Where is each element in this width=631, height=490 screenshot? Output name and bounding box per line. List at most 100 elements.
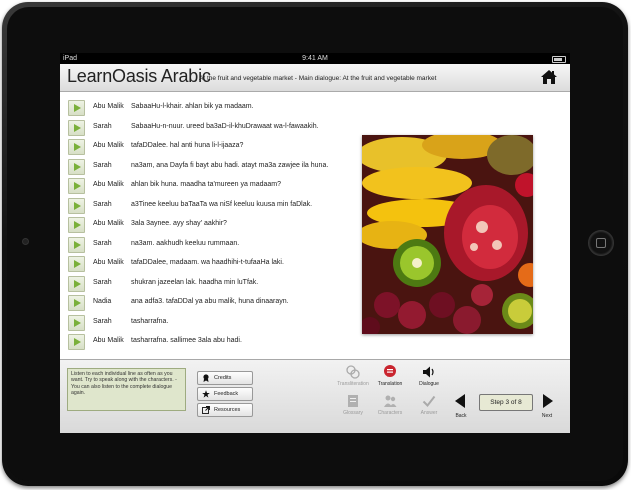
play-icon[interactable] — [68, 275, 85, 292]
dialogue-text: ana adfa3. tafaDDal ya abu malik, huna d… — [131, 298, 289, 305]
battery-icon — [552, 56, 566, 63]
dialogue-text: a3Tinee keeluu baTaaTa wa niSf keeluu ku… — [131, 200, 313, 208]
dialogue-text: tafaDDalee. hal anti huna li-l-ijaaza? — [131, 142, 244, 149]
speaker-name: Sarah — [93, 278, 112, 286]
dialogue-list: Abu Malik SabaaHu-l-khair. ahlan bik ya … — [68, 98, 358, 352]
status-bar: iPad 9:41 AM — [60, 53, 570, 64]
dialogue-line: Sarah tasharrafna. — [68, 313, 358, 333]
next-label: Next — [541, 413, 553, 419]
glossary-label: Glossary — [343, 410, 363, 416]
dialogue-button[interactable]: Dialogue — [409, 365, 449, 387]
app-title: LearnOasis Arabic — [67, 66, 211, 86]
checkmark-icon — [422, 395, 436, 408]
characters-button[interactable]: Characters — [370, 394, 410, 416]
resources-label: Resources — [214, 407, 241, 413]
dialogue-text: shukran jazeelan lak. haadha min luTfak. — [131, 278, 259, 286]
feedback-label: Feedback — [214, 391, 239, 397]
glossary-button[interactable]: Glossary — [333, 394, 373, 416]
play-icon[interactable] — [68, 158, 85, 175]
people-icon — [384, 395, 397, 407]
dialogue-text: 3ala 3aynee. ayy shay' aakhir? — [131, 220, 227, 227]
answer-label: Answer — [420, 410, 438, 416]
app-screen: iPad 9:41 AM LearnOasis Arabic At the fr… — [60, 53, 570, 433]
transliteration-icon — [346, 365, 360, 379]
resources-button[interactable]: Resources — [197, 403, 253, 417]
feedback-button[interactable]: Feedback — [197, 387, 253, 401]
play-icon[interactable] — [68, 217, 85, 233]
dialogue-text: na3am, ana Dayfa fi bayt abu hadi. atayt… — [131, 161, 329, 169]
next-arrow-icon — [543, 394, 553, 408]
dialogue-line: Nadia ana adfa3. tafaDDal ya abu malik, … — [68, 293, 358, 313]
dialogue-line: Sarah a3Tinee keeluu baTaaTa wa niSf kee… — [68, 196, 358, 216]
translation-label: Translation — [377, 381, 403, 387]
speaker-name: Sarah — [93, 239, 112, 247]
front-camera — [22, 238, 29, 245]
speaker-name: Nadia — [93, 298, 112, 305]
answer-button[interactable]: Answer — [409, 394, 449, 416]
step-indicator: Step 3 of 8 — [479, 394, 533, 411]
star-icon — [202, 390, 210, 398]
play-icon[interactable] — [68, 100, 85, 116]
footer-toolbar: Listen to each individual line as often … — [60, 359, 570, 433]
dialogue-text: SabaaHu-n-nuur. ureed ba3aD-il-khuDrawaa… — [131, 122, 319, 130]
dialogue-text: tafaDDalee, madaam. wa haadhihi-t-tufaaH… — [131, 259, 284, 266]
credits-button[interactable]: Credits — [197, 371, 253, 385]
speaker-sound-icon — [423, 366, 434, 378]
home-icon[interactable] — [540, 68, 558, 86]
dialogue-line: Abu Malik tafaDDalee. hal anti huna li-l… — [68, 137, 358, 157]
app-header: LearnOasis Arabic At the fruit and veget… — [60, 64, 570, 92]
speaker-name: Abu Malik — [93, 142, 124, 149]
credits-label: Credits — [214, 375, 232, 381]
speaker-name: Abu Malik — [93, 181, 124, 188]
dialogue-text: tasharrafna. sallimee 3ala abu hadi. — [131, 337, 242, 344]
book-icon — [348, 395, 358, 407]
speaker-name: Sarah — [93, 200, 112, 208]
transliteration-label: Transliteration — [337, 381, 369, 387]
dialogue-line: Abu Malik SabaaHu-l-khair. ahlan bik ya … — [68, 98, 358, 118]
lesson-subtitle: At the fruit and vegetable market - Main… — [199, 75, 437, 82]
speaker-name: Abu Malik — [93, 103, 124, 110]
dialogue-text: na3am. aakhudh keeluu rummaan. — [131, 239, 240, 247]
characters-label: Characters — [377, 410, 403, 416]
back-arrow-icon — [455, 394, 465, 408]
play-icon[interactable] — [68, 295, 85, 311]
speaker-name: Sarah — [93, 122, 112, 130]
translation-icon — [384, 365, 396, 377]
transliteration-button[interactable]: Transliteration — [333, 365, 373, 387]
play-icon[interactable] — [68, 197, 85, 214]
dialogue-line: Sarah shukran jazeelan lak. haadha min l… — [68, 274, 358, 294]
external-link-icon — [202, 406, 210, 414]
status-time: 9:41 AM — [302, 55, 328, 62]
play-icon[interactable] — [68, 178, 85, 194]
speaker-name: Abu Malik — [93, 337, 124, 344]
play-icon[interactable] — [68, 314, 85, 331]
translation-button[interactable]: Translation — [370, 365, 410, 387]
back-label: Back — [455, 413, 467, 419]
dialogue-text: ahlan bik huna. maadha ta'mureen ya mada… — [131, 181, 281, 188]
fruit-photo — [362, 135, 533, 334]
play-icon[interactable] — [68, 334, 85, 350]
next-button[interactable]: Next — [537, 394, 557, 419]
play-icon[interactable] — [68, 119, 85, 136]
speaker-name: Sarah — [93, 317, 112, 325]
home-hardware-button[interactable] — [588, 230, 614, 256]
dialogue-line: Sarah SabaaHu-n-nuur. ureed ba3aD-il-khu… — [68, 118, 358, 138]
speaker-name: Abu Malik — [93, 259, 124, 266]
dialogue-line: Abu Malik tafaDDalee, madaam. wa haadhih… — [68, 254, 358, 274]
back-button[interactable]: Back — [451, 394, 471, 419]
play-icon[interactable] — [68, 139, 85, 155]
play-icon[interactable] — [68, 236, 85, 253]
dialogue-text: SabaaHu-l-khair. ahlan bik ya madaam. — [131, 103, 254, 110]
dialogue-line: Sarah na3am. aakhudh keeluu rummaan. — [68, 235, 358, 255]
dialogue-label: Dialogue — [419, 381, 439, 387]
dialogue-line: Sarah na3am, ana Dayfa fi bayt abu hadi.… — [68, 157, 358, 177]
ribbon-icon — [203, 374, 209, 382]
play-icon[interactable] — [68, 256, 85, 272]
speaker-name: Sarah — [93, 161, 112, 169]
dialogue-line: Abu Malik tasharrafna. sallimee 3ala abu… — [68, 332, 358, 352]
dialogue-text: tasharrafna. — [131, 317, 169, 325]
dialogue-line: Abu Malik 3ala 3aynee. ayy shay' aakhir? — [68, 215, 358, 235]
speaker-name: Abu Malik — [93, 220, 124, 227]
instructions-box: Listen to each individual line as often … — [67, 368, 186, 411]
dialogue-line: Abu Malik ahlan bik huna. maadha ta'mure… — [68, 176, 358, 196]
